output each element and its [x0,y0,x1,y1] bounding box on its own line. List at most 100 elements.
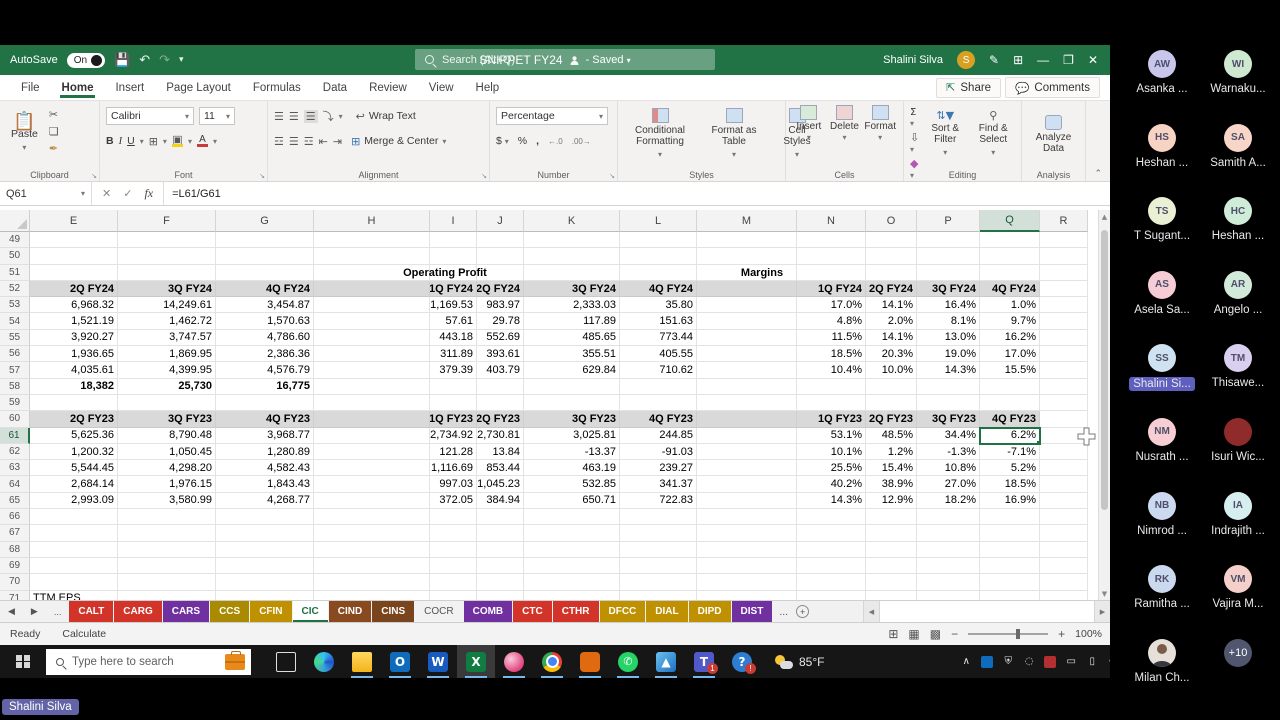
cell-J52[interactable]: 2Q FY24 [477,281,524,297]
cell-O52[interactable]: 2Q FY24 [866,281,917,297]
column-header-G[interactable]: G [216,210,314,232]
cell-G54[interactable]: 1,570.63 [216,313,314,329]
cell-F57[interactable]: 4,399.95 [118,362,216,378]
cell-R49[interactable] [1040,232,1088,248]
column-header-R[interactable]: R [1040,210,1088,232]
start-button[interactable] [0,645,46,678]
cell-O49[interactable] [866,232,917,248]
cell-E69[interactable] [30,558,118,574]
row-header-52[interactable]: 52 [0,281,30,297]
cell-E65[interactable]: 2,993.09 [30,493,118,509]
sheet-nav-ellipsis[interactable]: ... [46,607,70,617]
cell-E62[interactable]: 1,200.32 [30,444,118,460]
enter-formula-icon[interactable]: ✓ [123,187,132,200]
user-name[interactable]: Shalini Silva [883,54,943,66]
row-header-61[interactable]: 61 [0,428,30,444]
row-header-56[interactable]: 56 [0,346,30,362]
cell-J60[interactable]: 2Q FY23 [477,411,524,427]
cell-F58[interactable]: 25,730 [118,379,216,395]
row-header-59[interactable]: 59 [0,395,30,411]
cell-K67[interactable] [524,525,620,541]
cell-H55[interactable] [314,330,430,346]
zoom-out-icon[interactable]: − [951,627,958,641]
sheet-tab-cthr[interactable]: CTHR [553,601,599,622]
cell-Q63[interactable]: 5.2% [980,460,1040,476]
cell-O59[interactable] [866,395,917,411]
accounting-format-icon[interactable]: $ ▾ [496,135,509,147]
cell-N70[interactable] [797,574,866,590]
cell-L60[interactable]: 4Q FY23 [620,411,697,427]
zoom-slider[interactable] [968,633,1048,635]
row-header-66[interactable]: 66 [0,509,30,525]
cell-G66[interactable] [216,509,314,525]
photos-taskbar-icon[interactable]: ▲ [647,645,685,678]
hidden-icons-chevron[interactable]: ∧ [960,656,972,667]
cell-L64[interactable]: 341.37 [620,476,697,492]
close-button[interactable]: ✕ [1088,53,1098,67]
cell-P64[interactable]: 27.0% [917,476,980,492]
cell-I63[interactable]: 1,116.69 [430,460,477,476]
cell-L54[interactable]: 151.63 [620,313,697,329]
cell-I70[interactable] [430,574,477,590]
column-header-L[interactable]: L [620,210,697,232]
name-box[interactable]: Q61 ▾ [0,182,92,205]
cell-G63[interactable]: 4,582.43 [216,460,314,476]
column-header-H[interactable]: H [314,210,430,232]
outlook-taskbar-icon[interactable]: O [381,645,419,678]
cell-O51[interactable] [866,265,917,281]
horizontal-scrollbar[interactable]: ◀ ▶ [863,601,1110,622]
insert-cells-button[interactable]: Insert▾ [792,105,826,166]
cell-H70[interactable] [314,574,430,590]
menu-tab-help[interactable]: Help [465,78,511,98]
cell-Q57[interactable]: 15.5% [980,362,1040,378]
cell-M70[interactable] [697,574,797,590]
column-header-J[interactable]: J [477,210,524,232]
cell-J58[interactable] [477,379,524,395]
cell-H56[interactable] [314,346,430,362]
cell-Q54[interactable]: 9.7% [980,313,1040,329]
cell-M53[interactable] [697,297,797,313]
cell-G61[interactable]: 3,968.77 [216,428,314,444]
cell-G64[interactable]: 1,843.43 [216,476,314,492]
cell-M58[interactable] [697,379,797,395]
cell-N71[interactable] [797,591,866,600]
row-header-65[interactable]: 65 [0,493,30,509]
sheet-tab-cins[interactable]: CINS [372,601,414,622]
cell-F71[interactable] [118,591,216,600]
cell-I60[interactable]: 1Q FY23 [430,411,477,427]
cell-H71[interactable] [314,591,430,600]
row-header-62[interactable]: 62 [0,444,30,460]
cell-H62[interactable] [314,444,430,460]
cell-Q53[interactable]: 1.0% [980,297,1040,313]
grid-rows[interactable]: 495051522Q FY243Q FY244Q FY241Q FY242Q F… [0,232,1098,600]
cell-P65[interactable]: 18.2% [917,493,980,509]
page-layout-view-icon[interactable]: ▦ [908,627,919,641]
column-header-F[interactable]: F [118,210,216,232]
cell-Q65[interactable]: 16.9% [980,493,1040,509]
collapse-ribbon-icon[interactable]: ⌃ [1094,169,1102,179]
cell-H61[interactable] [314,428,430,444]
cell-F61[interactable]: 8,790.48 [118,428,216,444]
cell-P54[interactable]: 8.1% [917,313,980,329]
row-header-64[interactable]: 64 [0,476,30,492]
cell-R58[interactable] [1040,379,1088,395]
cell-N69[interactable] [797,558,866,574]
participant-tile[interactable]: IAIndrajith ... [1200,492,1276,566]
cell-J49[interactable] [477,232,524,248]
merge-center-button[interactable]: ⊞ Merge & Center ▾ [351,135,446,148]
cell-F67[interactable] [118,525,216,541]
cell-K69[interactable] [524,558,620,574]
formula-input[interactable]: =L61/G61 [164,188,221,200]
cell-R65[interactable] [1040,493,1088,509]
outlook-tray[interactable] [981,656,993,668]
column-header-E[interactable]: E [30,210,118,232]
cell-R51[interactable] [1040,265,1088,281]
row-header-63[interactable]: 63 [0,460,30,476]
cell-Q69[interactable] [980,558,1040,574]
underline-dropdown-icon[interactable]: ▾ [140,137,144,146]
column-header-I[interactable]: I [430,210,477,232]
cell-F51[interactable] [118,265,216,281]
cell-H64[interactable] [314,476,430,492]
excel-taskbar-icon[interactable]: X [457,645,495,678]
sheet-tab-dial[interactable]: DIAL [646,601,687,622]
